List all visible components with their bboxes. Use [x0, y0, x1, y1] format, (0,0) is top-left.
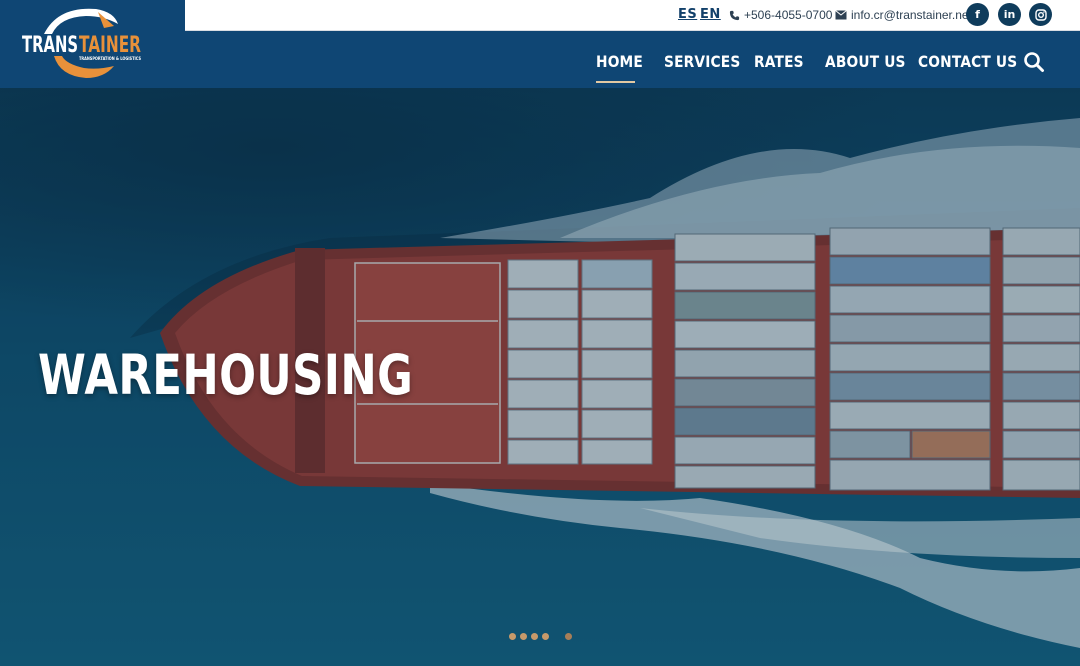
- phone-link[interactable]: +506-4055-0700: [729, 8, 832, 22]
- nav-item-about-us[interactable]: ABOUT US: [825, 52, 906, 71]
- transtainer-logo: TRANS TAINER TRANSPORTATION & LOGISTICS: [22, 8, 141, 78]
- language-es-link[interactable]: ES: [678, 7, 697, 22]
- facebook-glyph: f: [975, 8, 980, 21]
- nav-item-services[interactable]: SERVICES: [664, 52, 740, 71]
- nav-item-contact-us[interactable]: CONTACT US: [918, 52, 1017, 71]
- hero-title: WAREHOUSING: [38, 343, 414, 407]
- top-utility-bar: ES EN +506-4055-0700 info.cr@transtainer…: [185, 0, 1080, 31]
- linkedin-icon[interactable]: in: [998, 3, 1021, 26]
- logo-text-trans: TRANS: [22, 33, 78, 58]
- nav-item-rates[interactable]: RATES: [754, 52, 804, 71]
- slider-dot-5[interactable]: [565, 633, 572, 640]
- facebook-icon[interactable]: f: [966, 3, 989, 26]
- phone-icon: [729, 10, 740, 20]
- search-icon[interactable]: [1023, 51, 1045, 73]
- nav-active-indicator: [596, 81, 635, 83]
- nav-item-home[interactable]: HOME: [596, 52, 643, 71]
- linkedin-glyph: in: [1003, 8, 1016, 21]
- email-link[interactable]: info.cr@transtainer.net: [835, 8, 972, 22]
- envelope-icon: [835, 10, 847, 20]
- logo-tagline: TRANSPORTATION & LOGISTICS: [79, 56, 141, 62]
- instagram-icon[interactable]: [1029, 3, 1052, 26]
- email-address: info.cr@transtainer.net: [851, 8, 972, 22]
- phone-number: +506-4055-0700: [744, 8, 833, 22]
- page: WAREHOUSING HOME SERVICES RATES ABOUT US…: [0, 0, 1080, 666]
- language-en-link[interactable]: EN: [700, 7, 721, 22]
- slider-dot-2[interactable]: [520, 633, 527, 640]
- slider-dot-3[interactable]: [531, 633, 538, 640]
- slider-dot-1[interactable]: [509, 633, 516, 640]
- hero-slider: WAREHOUSING: [0, 88, 1080, 666]
- logo-text-tainer: TAINER: [79, 33, 141, 58]
- logo[interactable]: TRANS TAINER TRANSPORTATION & LOGISTICS: [0, 0, 185, 88]
- instagram-glyph: [1034, 8, 1047, 21]
- slider-dot-4[interactable]: [542, 633, 549, 640]
